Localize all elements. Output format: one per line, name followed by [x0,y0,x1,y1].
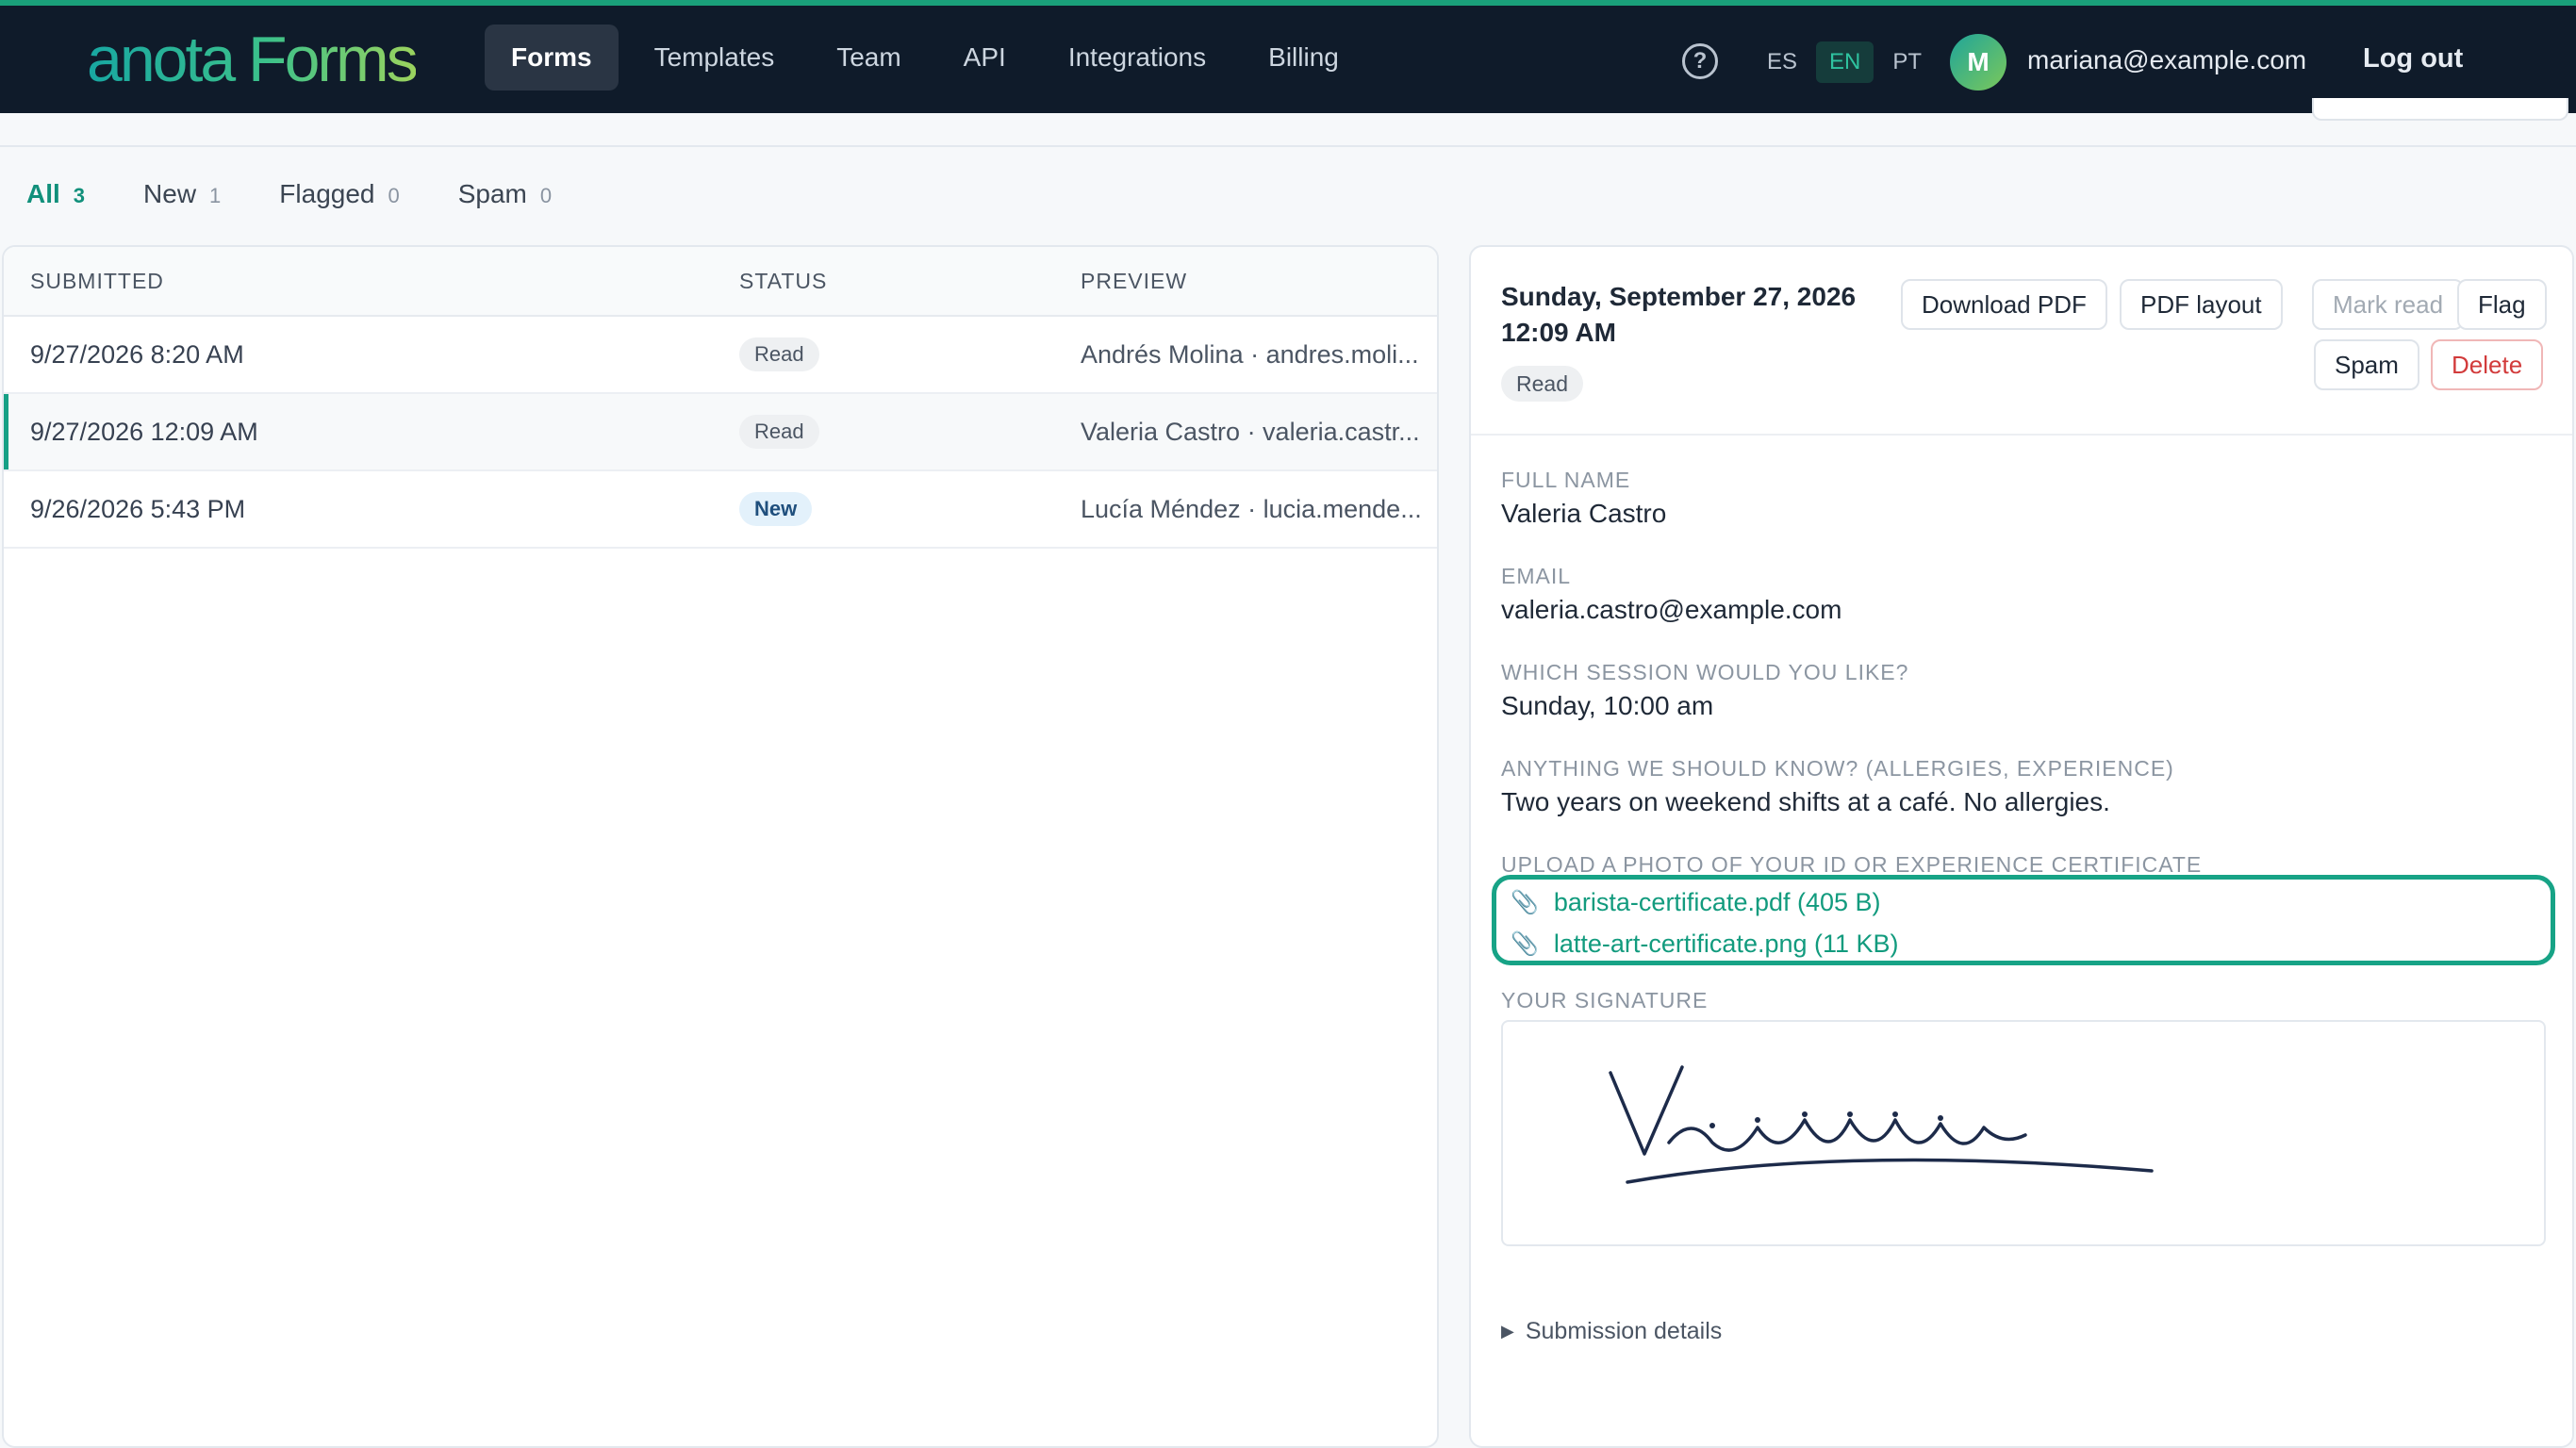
field-email: EMAIL valeria.castro@example.com [1501,564,1841,625]
nav-api[interactable]: API [937,25,1032,90]
language-switcher: ES EN PT [1754,41,1935,83]
signature-image [1609,1065,2154,1184]
status-badge: Read [1501,366,1583,402]
submission-details-toggle[interactable]: ▶ Submission details [1501,1318,1722,1345]
submitted-cell: 9/26/2026 5:43 PM [30,494,246,523]
submissions-list: SUBMITTED STATUS PREVIEW 9/27/2026 8:20 … [2,245,1439,1448]
attachment-link[interactable]: 📎 latte-art-certificate.png (11 KB) [1511,930,1899,959]
field-label: FULL NAME [1501,468,1631,492]
status-badge: New [739,492,813,526]
field-value: valeria.castro@example.com [1501,595,1842,624]
logout-button[interactable]: Log out [2363,43,2463,74]
top-navigation-bar: anota Forms Forms Templates Team API Int… [0,0,2576,113]
submission-detail: Sunday, September 27, 2026 12:09 AM Read… [1469,245,2574,1448]
time-line: 12:09 AM [1501,318,1616,347]
column-submitted[interactable]: SUBMITTED [30,269,164,294]
help-icon[interactable]: ? [1682,43,1718,79]
field-label: ANYTHING WE SHOULD KNOW? (ALLERGIES, EXP… [1501,756,2174,781]
field-upload: UPLOAD A PHOTO OF YOUR ID OR EXPERIENCE … [1501,852,2202,878]
field-value: Two years on weekend shifts at a café. N… [1501,787,2110,816]
nav-integrations[interactable]: Integrations [1042,25,1232,90]
submission-details-label: Submission details [1525,1318,1723,1344]
tab-label: All [26,179,60,208]
tab-label: Flagged [279,179,375,208]
submitted-cell: 9/27/2026 12:09 AM [30,417,258,446]
pdf-layout-button[interactable]: PDF layout [2120,279,2283,330]
date-line: Sunday, September 27, 2026 [1501,282,1857,311]
field-full-name: FULL NAME Valeria Castro [1501,468,1666,529]
tab-count: 1 [209,184,222,207]
paperclip-icon: 📎 [1511,931,1539,957]
field-signature: YOUR SIGNATURE [1501,988,1708,1013]
attachment-name: latte-art-certificate.png (11 KB) [1553,930,1899,958]
lang-es[interactable]: ES [1754,41,1810,83]
flag-button[interactable]: Flag [2457,279,2547,330]
paperclip-icon: 📎 [1511,890,1539,915]
preview-cell: Valeria Castro · valeria.castr... [1081,417,1420,446]
avatar[interactable]: M [1950,34,2006,90]
submitted-cell: 9/27/2026 8:20 AM [30,339,244,369]
download-pdf-button[interactable]: Download PDF [1901,279,2107,330]
table-row[interactable]: 9/27/2026 12:09 AM Read Valeria Castro ·… [4,394,1437,471]
page-header-strip [0,113,2576,147]
table-row[interactable]: 9/26/2026 5:43 PM New Lucía Méndez · luc… [4,471,1437,549]
nav-templates[interactable]: Templates [628,25,801,90]
user-email[interactable]: mariana@example.com [2027,45,2306,75]
status-badge: Read [739,415,819,449]
field-value: Valeria Castro [1501,499,1667,528]
tab-count: 3 [73,184,86,207]
detail-header: Sunday, September 27, 2026 12:09 AM Read… [1471,247,2572,436]
attachment-link[interactable]: 📎 barista-certificate.pdf (405 B) [1511,888,1881,917]
nav-forms[interactable]: Forms [485,25,619,90]
list-header: SUBMITTED STATUS PREVIEW [4,247,1437,317]
main-nav: Forms Templates Team API Integrations Bi… [485,25,1365,90]
tab-count: 0 [539,184,553,207]
filter-tabs: All 3 New 1 Flagged 0 Spam 0 [26,179,552,209]
spam-button[interactable]: Spam [2314,339,2419,390]
preview-cell: Andrés Molina · andres.moli... [1081,339,1419,369]
signature-box [1501,1020,2546,1246]
field-value: Sunday, 10:00 am [1501,691,1714,720]
column-status[interactable]: STATUS [739,269,827,294]
status-badge: Read [739,337,819,371]
tab-spam[interactable]: Spam 0 [458,179,552,209]
field-label: WHICH SESSION WOULD YOU LIKE? [1501,660,1909,684]
field-label: UPLOAD A PHOTO OF YOUR ID OR EXPERIENCE … [1501,852,2203,877]
nav-billing[interactable]: Billing [1242,25,1365,90]
table-row[interactable]: 9/27/2026 8:20 AM Read Andrés Molina · a… [4,317,1437,394]
delete-button[interactable]: Delete [2431,339,2544,390]
brand-logo[interactable]: anota Forms [87,26,419,92]
field-session: WHICH SESSION WOULD YOU LIKE? Sunday, 10… [1501,660,1908,721]
mark-read-button[interactable]: Mark read [2312,279,2465,330]
column-preview[interactable]: PREVIEW [1081,269,1187,294]
tab-flagged[interactable]: Flagged 0 [279,179,399,209]
lang-pt[interactable]: PT [1879,41,1935,83]
tab-all[interactable]: All 3 [26,179,85,209]
attachment-name: barista-certificate.pdf (405 B) [1553,888,1881,916]
field-label: YOUR SIGNATURE [1501,988,1709,1012]
lang-en[interactable]: EN [1816,41,1874,83]
tab-count: 0 [388,184,400,207]
tab-new[interactable]: New 1 [143,179,221,209]
tab-label: New [143,179,197,208]
field-label: EMAIL [1501,564,1572,588]
header-action-button[interactable] [2312,98,2568,121]
preview-cell: Lucía Méndez · lucia.mende... [1081,494,1422,523]
submission-date: Sunday, September 27, 2026 12:09 AM [1501,279,1897,351]
nav-team[interactable]: Team [810,25,927,90]
tab-label: Spam [457,179,527,208]
triangle-right-icon: ▶ [1501,1322,1514,1341]
field-notes: ANYTHING WE SHOULD KNOW? (ALLERGIES, EXP… [1501,756,2174,817]
